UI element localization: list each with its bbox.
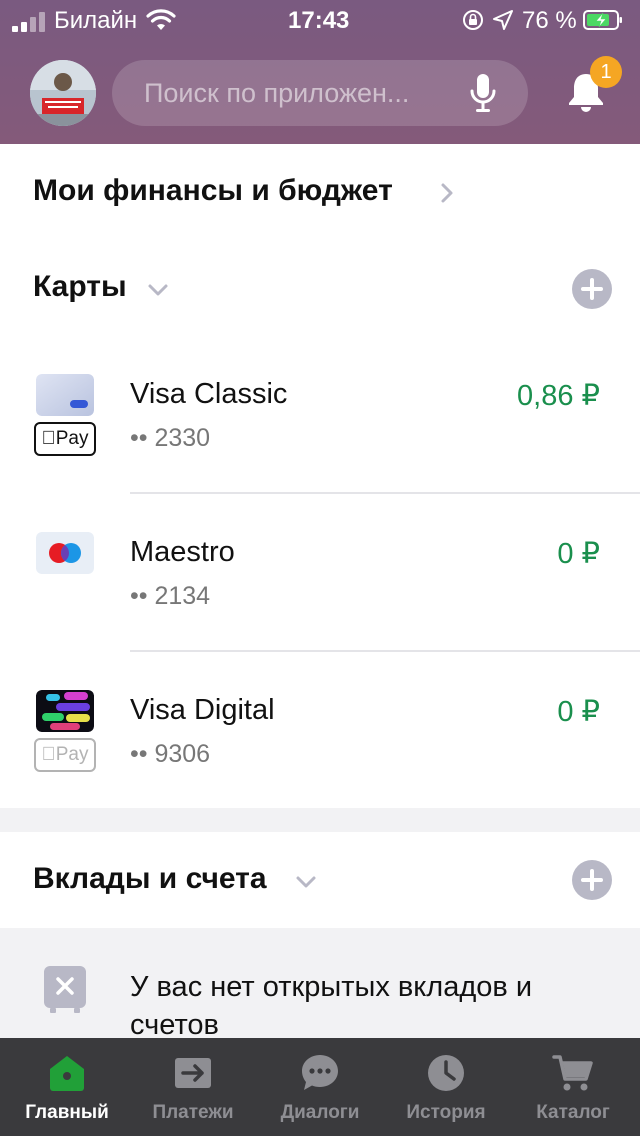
card-item-visa-classic[interactable]: Pay Visa Classic •• 2330 0,86 ₽ (0, 342, 640, 500)
profile-avatar[interactable] (30, 60, 96, 126)
signal-strength-icon (12, 12, 48, 32)
divider (130, 650, 640, 652)
wifi-icon (146, 9, 176, 30)
tab-label: Платежи (152, 1102, 234, 1123)
card-name: Maestro (130, 536, 235, 568)
card-item-visa-digital[interactable]: Pay Visa Digital •• 9306 0 ₽ (0, 658, 640, 816)
card-balance: 0 ₽ (557, 538, 600, 570)
maestro-card-icon (36, 532, 94, 574)
home-icon (50, 1056, 84, 1091)
transfer-icon (175, 1058, 211, 1088)
apple-pay-badge: Pay (34, 422, 96, 456)
cards-header[interactable]: Карты (33, 270, 127, 304)
tab-bar: Главный Платежи Диалоги История Каталог (0, 1038, 640, 1136)
card-number: •• 2330 (130, 424, 211, 452)
status-time: 17:43 (288, 7, 350, 34)
carrier-name: Билайн (54, 7, 138, 34)
card-item-maestro[interactable]: Maestro •• 2134 0 ₽ (0, 500, 640, 658)
finances-link[interactable]: Мои финансы и бюджет (33, 174, 393, 208)
tab-history[interactable]: История (382, 1038, 510, 1136)
search-field[interactable]: Поиск по приложен... (112, 60, 528, 126)
battery-charging-icon (583, 10, 622, 30)
add-deposit-button[interactable] (572, 860, 612, 900)
card-name: Visa Digital (130, 694, 275, 726)
card-balance: 0,86 ₽ (517, 380, 600, 412)
status-bar: Билайн 17:43 76 % (0, 0, 640, 44)
avatar-photo (30, 60, 96, 126)
battery-percent: 76 % (522, 7, 577, 34)
card-balance: 0 ₽ (557, 696, 600, 728)
notification-badge: 1 (590, 56, 622, 88)
location-icon (493, 10, 513, 30)
rotation-lock-icon (463, 10, 483, 30)
empty-account-icon (44, 966, 86, 1013)
tab-label: Главный (25, 1102, 109, 1123)
empty-deposits-text: У вас нет открытых вкладов и счетов (130, 971, 533, 1041)
visa-classic-card-icon (36, 374, 94, 416)
cart-icon (552, 1055, 593, 1091)
chat-icon (302, 1055, 338, 1090)
microphone-icon[interactable] (468, 72, 498, 114)
deposits-header[interactable]: Вклады и счета (33, 862, 267, 896)
tab-label: История (406, 1102, 486, 1123)
tab-label: Каталог (536, 1102, 610, 1123)
apple-pay-badge: Pay (34, 738, 96, 772)
chevron-down-icon[interactable] (295, 875, 317, 889)
search-placeholder: Поиск по приложен... (144, 78, 410, 108)
clock-icon (428, 1055, 464, 1091)
chevron-right-icon (441, 183, 453, 203)
app-header: Билайн 17:43 76 % Поиск по приложен... 1 (0, 0, 640, 144)
tab-label: Диалоги (280, 1102, 360, 1123)
chevron-down-icon[interactable] (147, 283, 169, 297)
apple-logo-icon:  (42, 428, 56, 449)
tab-dialogs[interactable]: Диалоги (256, 1038, 384, 1136)
card-name: Visa Classic (130, 378, 288, 410)
apple-logo-icon:  (42, 744, 56, 765)
add-card-button[interactable] (572, 269, 612, 309)
visa-digital-card-icon (36, 690, 94, 732)
tab-payments[interactable]: Платежи (129, 1038, 257, 1136)
tab-home[interactable]: Главный (3, 1038, 131, 1136)
card-number: •• 2134 (130, 582, 211, 610)
card-number: •• 9306 (130, 740, 211, 768)
divider (130, 492, 640, 494)
tab-catalog[interactable]: Каталог (509, 1038, 637, 1136)
